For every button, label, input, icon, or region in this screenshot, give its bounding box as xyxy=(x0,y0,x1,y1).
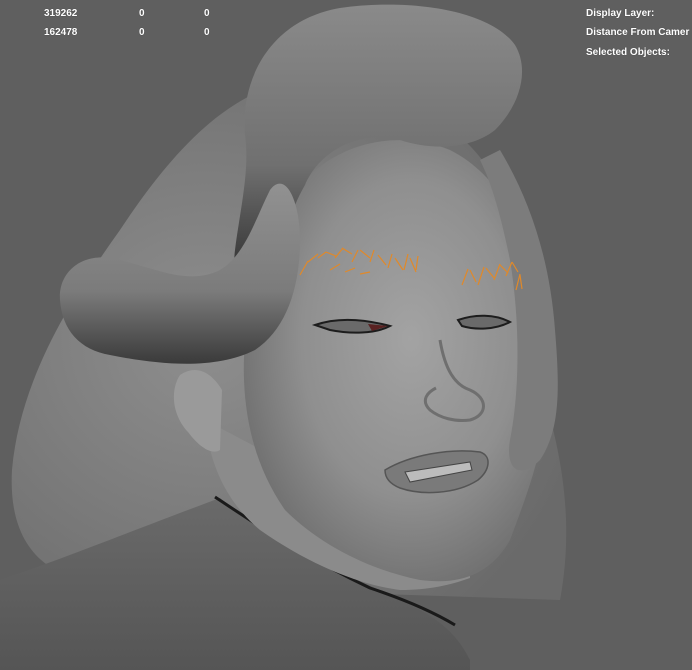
sculpted-head-model[interactable] xyxy=(0,0,692,670)
3d-viewport[interactable]: 319262 0 0 162478 0 0 Display Layer: Dis… xyxy=(0,0,692,670)
hud-display-layer: Display Layer: xyxy=(586,8,655,19)
hud-row2-col2: 0 xyxy=(139,27,145,38)
hud-selected-objects: Selected Objects: xyxy=(586,47,670,58)
hud-distance-from-camera: Distance From Camer xyxy=(586,27,690,38)
hud-scene-info: Display Layer: Distance From Camer Selec… xyxy=(580,0,692,66)
hud-row2-col1: 162478 xyxy=(44,27,78,38)
hud-row1-col2: 0 xyxy=(139,8,145,19)
hud-row2-col3: 0 xyxy=(204,27,210,38)
hud-row1-col3: 0 xyxy=(204,8,210,19)
hud-row1-col1: 319262 xyxy=(44,8,78,19)
hud-poly-counts: 319262 0 0 162478 0 0 xyxy=(0,0,240,44)
